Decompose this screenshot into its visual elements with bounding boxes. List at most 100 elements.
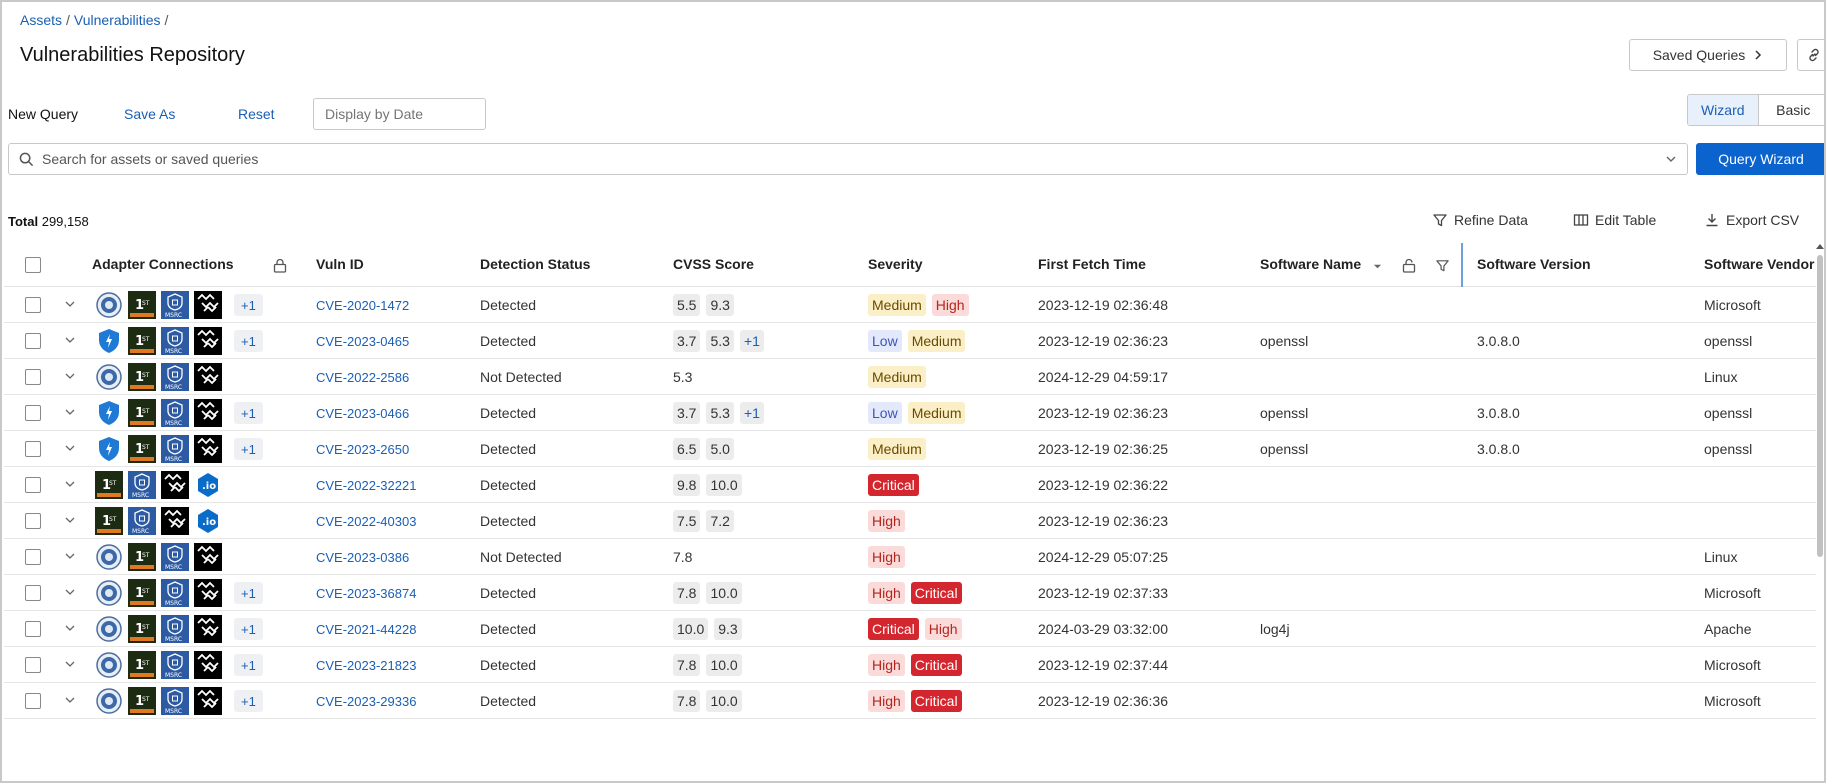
row-checkbox[interactable]	[25, 369, 41, 385]
msrc-logo-icon[interactable]: MSRC	[127, 470, 157, 500]
display-by-date-input[interactable]	[313, 98, 486, 130]
chain-logo-icon[interactable]	[193, 326, 223, 356]
msrc-logo-icon[interactable]: MSRC	[160, 686, 190, 716]
export-csv-button[interactable]: Export CSV	[1704, 212, 1799, 228]
new-query-button[interactable]: New Query	[8, 106, 78, 122]
ops-logo-icon[interactable]: 1 ST	[127, 542, 157, 572]
row-checkbox[interactable]	[25, 621, 41, 637]
chevron-down-icon[interactable]	[64, 298, 76, 310]
more-scores-badge[interactable]: +1	[739, 330, 764, 352]
chain-logo-icon[interactable]	[160, 506, 190, 536]
chevron-down-icon[interactable]	[1665, 153, 1677, 165]
table-row[interactable]: 1 ST MSRC +1 CVE-2020-1472 Detected 5.5 9.3 Medi…	[4, 287, 1816, 323]
table-row[interactable]: 1 ST MSRC CVE-2023-0386 Not Detected 7.8 High 2…	[4, 539, 1816, 575]
chain-logo-icon[interactable]	[193, 434, 223, 464]
chevron-down-icon[interactable]	[64, 334, 76, 346]
column-first-fetch-time[interactable]: First Fetch Time	[1038, 256, 1146, 272]
vuln-id-link[interactable]: CVE-2022-2586	[316, 370, 409, 385]
vuln-id-link[interactable]: CVE-2023-36874	[316, 586, 416, 601]
more-adapters-badge[interactable]: +1	[234, 330, 263, 352]
table-row[interactable]: 1 ST MSRC +1 CVE-2023-2650 Detected 6.5 5.0 Medi…	[4, 431, 1816, 467]
vuln-id-link[interactable]: CVE-2022-32221	[316, 478, 416, 493]
vuln-id-link[interactable]: CVE-2023-2650	[316, 442, 409, 457]
io-logo-icon[interactable]: .io	[193, 470, 223, 500]
more-adapters-badge[interactable]: +1	[234, 654, 263, 676]
saved-queries-button[interactable]: Saved Queries	[1629, 39, 1787, 71]
msrc-logo-icon[interactable]: MSRC	[160, 326, 190, 356]
row-checkbox[interactable]	[25, 549, 41, 565]
chevron-down-icon[interactable]	[64, 622, 76, 634]
chevron-down-icon[interactable]	[64, 406, 76, 418]
chain-logo-icon[interactable]	[193, 650, 223, 680]
chevron-down-icon[interactable]	[64, 658, 76, 670]
column-vuln-id[interactable]: Vuln ID	[316, 256, 364, 272]
chevron-down-icon[interactable]	[64, 478, 76, 490]
vuln-id-link[interactable]: CVE-2021-44228	[316, 622, 416, 637]
scroll-up-icon[interactable]	[1816, 243, 1824, 251]
more-adapters-badge[interactable]: +1	[234, 582, 263, 604]
chain-logo-icon[interactable]	[193, 290, 223, 320]
table-row[interactable]: 1 ST MSRC .io CVE-2022-32221 Detected 9.8 10.0 C…	[4, 467, 1816, 503]
seal-logo-icon[interactable]	[94, 578, 124, 608]
msrc-logo-icon[interactable]: MSRC	[160, 290, 190, 320]
scrollbar-thumb[interactable]	[1817, 255, 1823, 557]
chain-logo-icon[interactable]	[193, 362, 223, 392]
chevron-down-icon[interactable]	[64, 550, 76, 562]
basic-toggle[interactable]: Basic	[1759, 95, 1825, 125]
ops-logo-icon[interactable]: 1 ST	[94, 506, 124, 536]
chain-logo-icon[interactable]	[160, 470, 190, 500]
vuln-id-link[interactable]: CVE-2023-21823	[316, 658, 416, 673]
ops-logo-icon[interactable]: 1 ST	[127, 290, 157, 320]
ops-logo-icon[interactable]: 1 ST	[127, 578, 157, 608]
save-as-button[interactable]: Save As	[124, 106, 175, 122]
chevron-down-icon[interactable]	[64, 514, 76, 526]
more-scores-badge[interactable]: +1	[739, 402, 764, 424]
refine-data-button[interactable]: Refine Data	[1432, 212, 1528, 228]
select-all-checkbox[interactable]	[25, 257, 41, 273]
ops-logo-icon[interactable]: 1 ST	[127, 398, 157, 428]
vuln-id-link[interactable]: CVE-2023-29336	[316, 694, 416, 709]
ops-logo-icon[interactable]: 1 ST	[127, 614, 157, 644]
shield-logo-icon[interactable]	[94, 398, 124, 428]
ops-logo-icon[interactable]: 1 ST	[127, 686, 157, 716]
msrc-logo-icon[interactable]: MSRC	[160, 614, 190, 644]
row-checkbox[interactable]	[25, 585, 41, 601]
row-checkbox[interactable]	[25, 477, 41, 493]
chain-logo-icon[interactable]	[193, 614, 223, 644]
table-row[interactable]: 1 ST MSRC +1 CVE-2023-36874 Detected 7.8 10.0 Hi…	[4, 575, 1816, 611]
search-input[interactable]	[42, 151, 1665, 167]
column-adapter-connections[interactable]: Adapter Connections	[92, 256, 234, 272]
vuln-id-link[interactable]: CVE-2022-40303	[316, 514, 416, 529]
chevron-down-icon[interactable]	[64, 370, 76, 382]
column-software-name[interactable]: Software Name	[1260, 256, 1361, 272]
vertical-scrollbar[interactable]	[1814, 243, 1824, 781]
ops-logo-icon[interactable]: 1 ST	[127, 434, 157, 464]
vuln-id-link[interactable]: CVE-2023-0386	[316, 550, 409, 565]
table-row[interactable]: 1 ST MSRC +1 CVE-2023-21823 Detected 7.8 10.0 Hi…	[4, 647, 1816, 683]
ops-logo-icon[interactable]: 1 ST	[127, 326, 157, 356]
row-checkbox[interactable]	[25, 513, 41, 529]
edit-table-button[interactable]: Edit Table	[1573, 212, 1656, 228]
seal-logo-icon[interactable]	[94, 686, 124, 716]
chevron-down-icon[interactable]	[64, 694, 76, 706]
chain-logo-icon[interactable]	[193, 398, 223, 428]
row-checkbox[interactable]	[25, 297, 41, 313]
unlock-icon[interactable]	[1402, 258, 1416, 273]
breadcrumb-vulnerabilities[interactable]: Vulnerabilities	[74, 12, 161, 28]
chain-logo-icon[interactable]	[193, 542, 223, 572]
column-software-version[interactable]: Software Version	[1477, 256, 1591, 272]
msrc-logo-icon[interactable]: MSRC	[160, 650, 190, 680]
seal-logo-icon[interactable]	[94, 650, 124, 680]
ops-logo-icon[interactable]: 1 ST	[127, 650, 157, 680]
row-checkbox[interactable]	[25, 333, 41, 349]
reset-button[interactable]: Reset	[238, 106, 275, 122]
more-adapters-badge[interactable]: +1	[234, 618, 263, 640]
seal-logo-icon[interactable]	[94, 290, 124, 320]
column-cvss-score[interactable]: CVSS Score	[673, 256, 754, 272]
more-adapters-badge[interactable]: +1	[234, 402, 263, 424]
table-row[interactable]: 1 ST MSRC .io CVE-2022-40303 Detected 7.5 7.2 Hi…	[4, 503, 1816, 539]
copy-link-button[interactable]	[1797, 39, 1824, 71]
more-adapters-badge[interactable]: +1	[234, 690, 263, 712]
chain-logo-icon[interactable]	[193, 578, 223, 608]
table-row[interactable]: 1 ST MSRC +1 CVE-2023-0465 Detected 3.7 5.3 +1 Lo…	[4, 323, 1816, 359]
